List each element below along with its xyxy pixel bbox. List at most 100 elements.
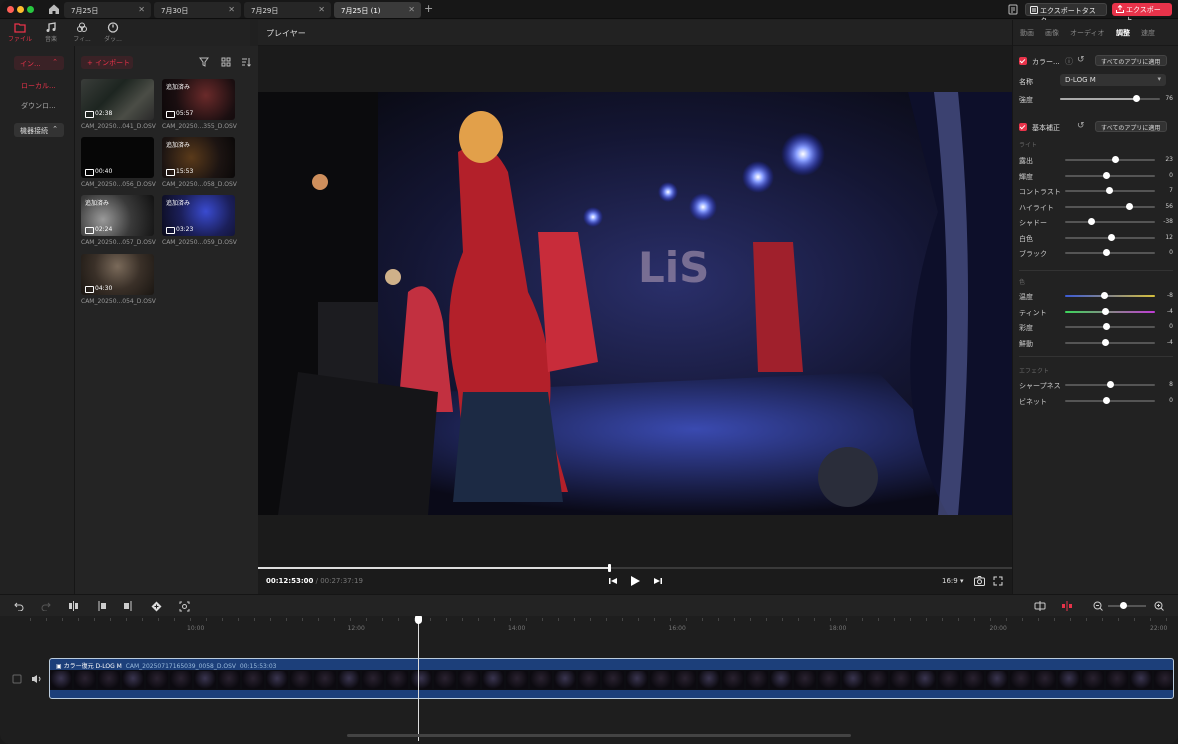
basic-correction-checkbox[interactable] <box>1019 123 1027 131</box>
light-slider-row[interactable]: ハイライト 56 <box>1019 201 1173 213</box>
playhead[interactable] <box>415 616 422 741</box>
skip-forward-icon[interactable] <box>653 576 663 586</box>
color-slider-row[interactable]: 温度 -8 <box>1019 290 1173 302</box>
grid-view-icon[interactable] <box>221 57 231 67</box>
trim-left-icon[interactable] <box>96 601 107 611</box>
slider-knob[interactable] <box>1103 323 1111 330</box>
slider-track[interactable] <box>1065 202 1155 210</box>
slider-knob[interactable] <box>1103 249 1111 256</box>
tab-0[interactable]: 7月25日 ✕ <box>64 2 151 18</box>
sidebar-item-local[interactable]: ローカル... <box>21 81 56 91</box>
effect-slider-row[interactable]: ビネット 0 <box>1019 395 1173 407</box>
media-thumb[interactable]: 04:30 <box>81 254 154 295</box>
redo-icon[interactable] <box>41 601 51 611</box>
tab-2[interactable]: 7月29日 ✕ <box>244 2 331 18</box>
slider-knob[interactable] <box>1125 202 1133 210</box>
reset-icon[interactable]: ↺ <box>1077 121 1085 131</box>
light-slider-row[interactable]: 輝度 0 <box>1019 170 1173 182</box>
media-thumb[interactable]: 追加済み 03:23 <box>162 195 235 236</box>
apply-all-button[interactable]: すべてのアプリに適用 <box>1095 121 1167 132</box>
light-slider-row[interactable]: 露出 23 <box>1019 154 1173 166</box>
tab-video[interactable]: 動画 <box>1020 28 1034 38</box>
tab-audio[interactable]: オーディオ <box>1070 28 1105 38</box>
track-lock-icon[interactable] <box>12 674 22 684</box>
slider-track[interactable] <box>1065 307 1155 315</box>
timeline-clip[interactable]: ▣ カラー復元 D-LOG M CAM_20250717165039_0058_… <box>49 658 1174 699</box>
lut-select[interactable]: D-LOG M <box>1060 74 1166 86</box>
apply-all-button[interactable]: すべてのアプリに適用 <box>1095 55 1167 66</box>
undo-icon[interactable] <box>14 601 24 611</box>
tool-music[interactable]: 音楽 <box>37 22 65 43</box>
sort-icon[interactable] <box>241 57 251 67</box>
close-tab-icon[interactable]: ✕ <box>318 5 325 14</box>
color-restore-checkbox[interactable] <box>1019 57 1027 65</box>
timeline[interactable]: 10:00 12:00 14:00 16:00 18:00 20:00 22:00 ▣ カラ… <box>0 616 1178 744</box>
tab-speed[interactable]: 速度 <box>1141 28 1155 38</box>
light-slider-row[interactable]: コントラスト 7 <box>1019 185 1173 197</box>
slider-knob[interactable] <box>1107 233 1115 241</box>
slider-track[interactable] <box>1065 338 1155 346</box>
slider-track[interactable] <box>1065 381 1155 388</box>
tab-1[interactable]: 7月30日 ✕ <box>154 2 241 18</box>
color-slider-row[interactable]: 彩度 0 <box>1019 321 1173 333</box>
slider-track[interactable] <box>1065 292 1155 299</box>
light-slider-row[interactable]: 白色 12 <box>1019 232 1173 244</box>
filter-funnel-icon[interactable] <box>199 57 209 67</box>
import-button[interactable]: + インポート <box>81 56 133 69</box>
slider-knob[interactable] <box>1100 292 1108 299</box>
strength-slider[interactable]: 強度 76 <box>1019 93 1173 105</box>
close-window-button[interactable] <box>7 6 14 13</box>
horizontal-scrollbar[interactable] <box>347 734 851 737</box>
export-task-button[interactable]: エクスポートタスク <box>1025 3 1107 25</box>
close-tab-icon[interactable]: ✕ <box>408 5 415 14</box>
split-icon[interactable] <box>68 601 79 611</box>
slider-knob[interactable] <box>1101 307 1109 315</box>
aspect-ratio-select[interactable]: 16:9 ▾ <box>942 577 963 585</box>
play-icon[interactable] <box>629 575 641 587</box>
slider-track[interactable] <box>1065 156 1155 163</box>
snap-icon[interactable] <box>1034 601 1046 611</box>
color-slider-row[interactable]: 鮮動 -4 <box>1019 337 1173 349</box>
zoom-slider-knob[interactable] <box>1120 602 1127 609</box>
zoom-slider[interactable] <box>1108 602 1146 609</box>
help-icon[interactable]: ⓘ <box>1065 56 1073 67</box>
tab-3[interactable]: 7月25日 (1) ✕ <box>334 2 421 18</box>
slider-knob[interactable] <box>1103 171 1111 179</box>
trim-right-icon[interactable] <box>123 601 134 611</box>
new-tab-button[interactable]: + <box>424 2 433 15</box>
slider-knob[interactable] <box>1101 338 1109 346</box>
close-tab-icon[interactable]: ✕ <box>138 5 145 14</box>
keyframe-icon[interactable] <box>151 601 162 612</box>
fullscreen-icon[interactable] <box>993 576 1003 586</box>
media-thumb[interactable]: 追加済み 05:57 <box>162 79 235 120</box>
sidebar-item-download[interactable]: ダウンロ... <box>21 101 56 111</box>
magnet-link-icon[interactable] <box>1061 601 1073 611</box>
export-button[interactable]: エクスポート <box>1112 3 1172 24</box>
sidebar-import-group[interactable]: イン... ⌃ <box>14 56 64 70</box>
slider-knob[interactable] <box>1133 95 1140 102</box>
slider-knob[interactable] <box>1103 396 1111 404</box>
slider-knob[interactable] <box>1088 218 1096 225</box>
home-icon[interactable] <box>48 3 60 15</box>
progress-knob[interactable] <box>608 564 612 572</box>
zoom-window-button[interactable] <box>27 6 34 13</box>
skip-back-icon[interactable] <box>608 576 618 586</box>
speaker-icon[interactable] <box>32 675 37 683</box>
media-thumb[interactable]: 追加済み 02:24 <box>81 195 154 236</box>
color-slider-row[interactable]: ティント -4 <box>1019 306 1173 318</box>
tab-image[interactable]: 画像 <box>1045 28 1059 38</box>
minimize-window-button[interactable] <box>17 6 24 13</box>
media-thumb[interactable]: 00:40 <box>81 137 154 178</box>
slider-track[interactable] <box>1065 396 1155 404</box>
effect-slider-row[interactable]: シャープネス 8 <box>1019 379 1173 391</box>
light-slider-row[interactable]: シャドー -38 <box>1019 216 1173 228</box>
slider-knob[interactable] <box>1112 156 1120 163</box>
media-thumb[interactable]: 02:38 <box>81 79 154 120</box>
tool-dashboard[interactable]: ダッ... <box>99 22 127 43</box>
slider-track[interactable] <box>1065 218 1155 225</box>
tool-filter[interactable]: フィ... <box>68 22 96 43</box>
tool-file[interactable]: ファイル <box>6 22 34 43</box>
media-thumb[interactable]: 追加済み 15:53 <box>162 137 235 178</box>
slider-knob[interactable] <box>1107 381 1114 388</box>
time-ruler[interactable]: 10:00 12:00 14:00 16:00 18:00 20:00 22:00 <box>0 616 1178 636</box>
